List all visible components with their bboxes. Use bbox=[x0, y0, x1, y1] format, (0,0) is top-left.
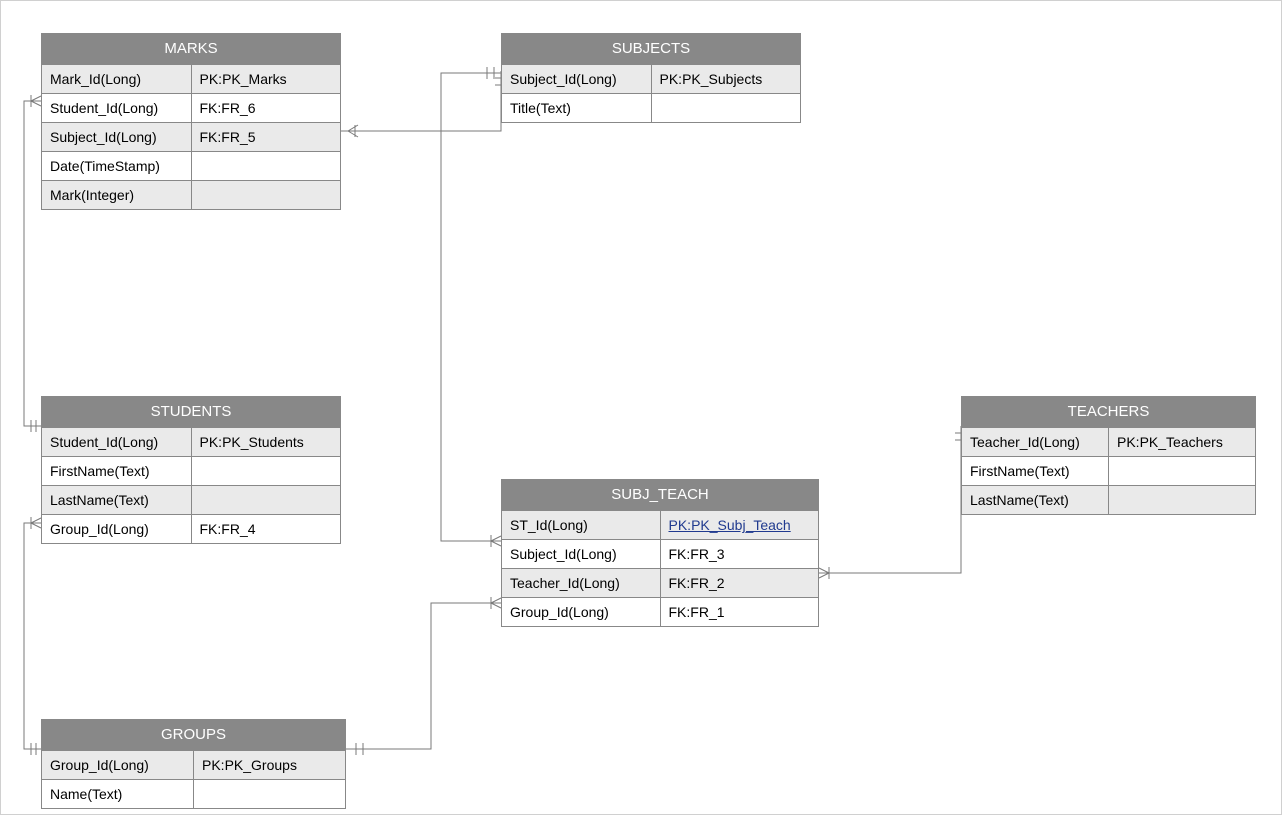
entity-row[interactable]: Group_Id(Long) FK:FR_4 bbox=[42, 514, 340, 543]
entity-title: STUDENTS bbox=[42, 397, 340, 427]
entity-row[interactable]: Teacher_Id(Long) FK:FR_2 bbox=[502, 568, 818, 597]
col-key: FK:FR_3 bbox=[661, 540, 819, 568]
entity-marks[interactable]: MARKS Mark_Id(Long) PK:PK_Marks Student_… bbox=[41, 33, 341, 210]
entity-row[interactable]: Student_Id(Long) FK:FR_6 bbox=[42, 93, 340, 122]
col-key: FK:FR_2 bbox=[661, 569, 819, 597]
entity-title: GROUPS bbox=[42, 720, 345, 750]
col-key bbox=[192, 152, 341, 180]
col-key: FK:FR_5 bbox=[192, 123, 341, 151]
entity-subjects[interactable]: SUBJECTS Subject_Id(Long) PK:PK_Subjects… bbox=[501, 33, 801, 123]
entity-row[interactable]: Group_Id(Long) FK:FR_1 bbox=[502, 597, 818, 626]
entity-subj-teach[interactable]: SUBJ_TEACH ST_Id(Long) PK:PK_Subj_Teach … bbox=[501, 479, 819, 627]
entity-teachers[interactable]: TEACHERS Teacher_Id(Long) PK:PK_Teachers… bbox=[961, 396, 1256, 515]
col-name: LastName(Text) bbox=[42, 486, 192, 514]
col-key bbox=[1109, 486, 1255, 514]
col-name: Subject_Id(Long) bbox=[502, 65, 652, 93]
col-key bbox=[194, 780, 345, 808]
col-key bbox=[192, 181, 341, 209]
col-name: LastName(Text) bbox=[962, 486, 1109, 514]
entity-row[interactable]: Mark_Id(Long) PK:PK_Marks bbox=[42, 64, 340, 93]
col-key[interactable]: PK:PK_Subj_Teach bbox=[661, 511, 819, 539]
col-name: Group_Id(Long) bbox=[42, 515, 192, 543]
entity-title: TEACHERS bbox=[962, 397, 1255, 427]
entity-row[interactable]: Date(TimeStamp) bbox=[42, 151, 340, 180]
col-key: PK:PK_Groups bbox=[194, 751, 345, 779]
col-name: Teacher_Id(Long) bbox=[962, 428, 1109, 456]
entity-title: MARKS bbox=[42, 34, 340, 64]
col-name: Group_Id(Long) bbox=[502, 598, 661, 626]
entity-row[interactable]: FirstName(Text) bbox=[42, 456, 340, 485]
col-key: PK:PK_Subjects bbox=[652, 65, 801, 93]
col-key: FK:FR_1 bbox=[661, 598, 819, 626]
col-name: Name(Text) bbox=[42, 780, 194, 808]
entity-title: SUBJECTS bbox=[502, 34, 800, 64]
entity-row[interactable]: Name(Text) bbox=[42, 779, 345, 808]
entity-students[interactable]: STUDENTS Student_Id(Long) PK:PK_Students… bbox=[41, 396, 341, 544]
entity-groups[interactable]: GROUPS Group_Id(Long) PK:PK_Groups Name(… bbox=[41, 719, 346, 809]
entity-title: SUBJ_TEACH bbox=[502, 480, 818, 510]
col-key: PK:PK_Marks bbox=[192, 65, 341, 93]
col-name: Mark(Integer) bbox=[42, 181, 192, 209]
erd-canvas: MARKS Mark_Id(Long) PK:PK_Marks Student_… bbox=[0, 0, 1282, 815]
col-name: FirstName(Text) bbox=[962, 457, 1109, 485]
col-key: PK:PK_Students bbox=[192, 428, 341, 456]
col-key: FK:FR_6 bbox=[192, 94, 341, 122]
entity-row[interactable]: Subject_Id(Long) PK:PK_Subjects bbox=[502, 64, 800, 93]
col-name: ST_Id(Long) bbox=[502, 511, 661, 539]
entity-row[interactable]: Mark(Integer) bbox=[42, 180, 340, 209]
entity-row[interactable]: Teacher_Id(Long) PK:PK_Teachers bbox=[962, 427, 1255, 456]
entity-row[interactable]: FirstName(Text) bbox=[962, 456, 1255, 485]
col-name: Mark_Id(Long) bbox=[42, 65, 192, 93]
col-key bbox=[192, 457, 341, 485]
col-name: Group_Id(Long) bbox=[42, 751, 194, 779]
entity-row[interactable]: LastName(Text) bbox=[962, 485, 1255, 514]
col-name: Student_Id(Long) bbox=[42, 94, 192, 122]
col-name: Date(TimeStamp) bbox=[42, 152, 192, 180]
col-key bbox=[1109, 457, 1255, 485]
col-name: Title(Text) bbox=[502, 94, 652, 122]
col-name: FirstName(Text) bbox=[42, 457, 192, 485]
col-name: Subject_Id(Long) bbox=[502, 540, 661, 568]
entity-row[interactable]: Group_Id(Long) PK:PK_Groups bbox=[42, 750, 345, 779]
col-name: Student_Id(Long) bbox=[42, 428, 192, 456]
col-key bbox=[192, 486, 341, 514]
entity-row[interactable]: Title(Text) bbox=[502, 93, 800, 122]
entity-row[interactable]: Student_Id(Long) PK:PK_Students bbox=[42, 427, 340, 456]
col-key bbox=[652, 94, 801, 122]
col-name: Subject_Id(Long) bbox=[42, 123, 192, 151]
entity-row[interactable]: ST_Id(Long) PK:PK_Subj_Teach bbox=[502, 510, 818, 539]
col-key: PK:PK_Teachers bbox=[1109, 428, 1255, 456]
col-key: FK:FR_4 bbox=[192, 515, 341, 543]
entity-row[interactable]: Subject_Id(Long) FK:FR_3 bbox=[502, 539, 818, 568]
entity-row[interactable]: LastName(Text) bbox=[42, 485, 340, 514]
col-name: Teacher_Id(Long) bbox=[502, 569, 661, 597]
entity-row[interactable]: Subject_Id(Long) FK:FR_5 bbox=[42, 122, 340, 151]
